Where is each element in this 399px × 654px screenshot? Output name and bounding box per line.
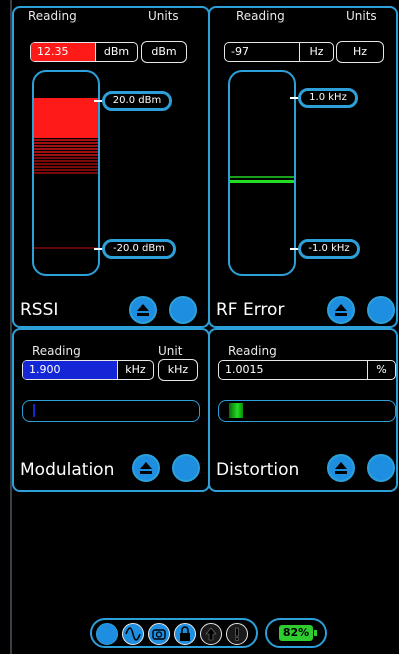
rf-error-title: RF Error <box>216 300 285 320</box>
rf-error-bottom-marker[interactable]: -1.0 kHz <box>298 239 360 259</box>
rf-error-top-marker[interactable]: 1.0 kHz <box>298 88 358 108</box>
modulation-level-fill <box>33 404 35 417</box>
modulation-round-button[interactable] <box>172 454 200 482</box>
rf-error-meter-graphic <box>230 176 294 183</box>
rssi-top-marker[interactable]: 20.0 dBm <box>102 91 172 111</box>
rf-error-units-label: Units <box>346 9 377 23</box>
modulation-units-button[interactable]: kHz <box>158 359 198 381</box>
rssi-reading-label: Reading <box>28 9 77 23</box>
eject-icon <box>137 304 149 316</box>
modulation-eject-button[interactable] <box>132 454 160 482</box>
rf-error-reading-value: -97 <box>231 45 249 58</box>
rssi-reading-field: 12.35 dBm <box>30 42 138 62</box>
camera-icon <box>152 629 166 640</box>
rf-error-reading-field: -97 Hz <box>224 42 334 62</box>
exclamation-icon <box>235 627 240 642</box>
rssi-reading-value: 12.35 <box>31 43 95 61</box>
rssi-history-lines <box>34 139 98 174</box>
distortion-bar <box>218 400 396 422</box>
modulation-units-label: Unit <box>158 344 183 358</box>
battery-tip <box>314 630 317 636</box>
rssi-level-fill <box>34 98 98 138</box>
up-arrow-icon <box>205 627 217 641</box>
distortion-level-fill <box>229 403 243 418</box>
distortion-round-button[interactable] <box>367 454 395 482</box>
distortion-title: Distortion <box>216 460 300 480</box>
rssi-title: RSSI <box>20 300 59 320</box>
modulation-bar <box>22 400 200 422</box>
rf-error-reading-label: Reading <box>236 9 285 23</box>
rssi-meter-graphic <box>34 98 98 249</box>
toolbar-waveform-button[interactable] <box>122 623 144 645</box>
sine-wave-icon <box>125 627 141 641</box>
rf-error-round-button[interactable] <box>367 296 395 324</box>
rssi-panel: Reading Units 12.35 dBm dBm 20.0 dBm -20… <box>12 6 210 328</box>
rssi-eject-button[interactable] <box>129 296 157 324</box>
modulation-panel: Reading Unit 1.900 kHz kHz Modulation <box>12 328 210 492</box>
toolbar-up-button[interactable] <box>200 623 222 645</box>
distortion-reading-unit: % <box>367 361 395 379</box>
eject-icon <box>140 462 152 474</box>
modulation-reading-value: 1.900 <box>23 361 117 379</box>
distortion-reading-field: 1.0015 % <box>218 360 396 380</box>
rssi-bottom-marker[interactable]: -20.0 dBm <box>102 239 176 259</box>
distortion-eject-button[interactable] <box>327 454 355 482</box>
toolbar-alert-button[interactable] <box>226 623 248 645</box>
toolbar-camera-button[interactable] <box>148 623 170 645</box>
rf-error-units-button[interactable]: Hz <box>336 41 384 63</box>
battery-percent: 82% <box>279 625 313 641</box>
rssi-units-label: Units <box>148 9 179 23</box>
rf-error-line-1 <box>230 176 294 178</box>
distortion-reading-value: 1.0015 <box>225 363 264 376</box>
battery-indicator: 82% <box>265 618 327 648</box>
modulation-reading-label: Reading <box>32 344 81 358</box>
bottom-toolbar <box>90 618 258 648</box>
rf-error-meter <box>228 70 296 276</box>
modulation-title: Modulation <box>20 460 115 480</box>
toolbar-lock-button[interactable] <box>174 623 196 645</box>
rf-error-panel: Reading Units -97 Hz Hz 1.0 kHz -1.0 kHz… <box>208 6 398 328</box>
eject-icon <box>335 304 347 316</box>
rf-error-reading-unit: Hz <box>299 43 333 61</box>
lock-icon <box>180 626 190 641</box>
modulation-reading-field: 1.900 kHz <box>22 360 154 380</box>
rssi-round-button[interactable] <box>169 296 197 324</box>
modulation-reading-unit: kHz <box>117 361 153 379</box>
rf-error-line-2 <box>230 180 294 183</box>
rssi-units-button[interactable]: dBm <box>141 41 187 63</box>
toolbar-round-button[interactable] <box>96 623 118 645</box>
distortion-panel: Reading 1.0015 % Distortion <box>208 328 398 492</box>
rf-error-eject-button[interactable] <box>327 296 355 324</box>
eject-icon <box>335 462 347 474</box>
rssi-reading-unit: dBm <box>95 43 137 61</box>
distortion-reading-label: Reading <box>228 344 277 358</box>
rssi-meter <box>32 70 100 276</box>
